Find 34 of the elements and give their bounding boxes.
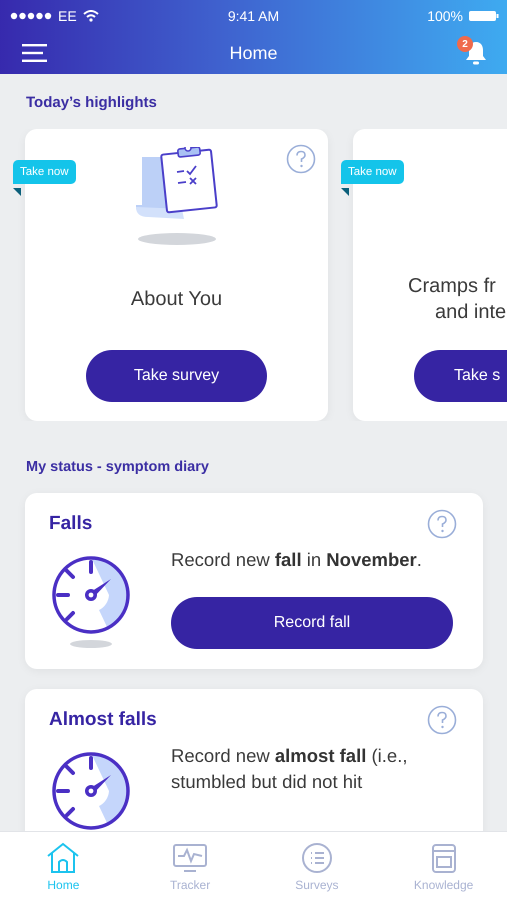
card-title: Almost falls bbox=[49, 709, 157, 731]
carrier-name: EE bbox=[58, 8, 77, 24]
card-title: Falls bbox=[49, 513, 92, 535]
wifi-icon bbox=[82, 10, 99, 22]
take-now-tag: Take now bbox=[13, 160, 76, 184]
section-heading: Today’s highlights bbox=[26, 94, 158, 111]
monitor-pulse-icon bbox=[172, 842, 208, 874]
tab-item[interactable]: Knowledge bbox=[380, 832, 507, 900]
menu-icon bbox=[22, 43, 48, 63]
tab-item[interactable]: Home bbox=[0, 832, 127, 900]
take-survey-button[interactable]: Take s bbox=[414, 350, 507, 402]
notification-badge: 2 bbox=[457, 36, 473, 52]
tab-item[interactable]: Surveys bbox=[254, 832, 380, 900]
battery-percent: 100% bbox=[427, 8, 463, 24]
help-icon[interactable] bbox=[286, 144, 316, 174]
tab-item[interactable]: Tracker bbox=[126, 832, 254, 900]
record-fall-button[interactable]: Record fall bbox=[171, 597, 453, 649]
clock-time: 9:41 AM bbox=[228, 8, 280, 24]
help-icon[interactable] bbox=[427, 509, 457, 539]
menu-button[interactable] bbox=[22, 43, 48, 63]
signal-icon bbox=[10, 12, 52, 20]
survey-title: Cramps fr and inte bbox=[407, 274, 507, 325]
record-prompt: Record new almost fall (i.e., stumbled but did not hit bbox=[171, 744, 408, 794]
survey-title: About You bbox=[130, 287, 222, 312]
house-icon bbox=[45, 842, 82, 874]
section-heading: My status - symptom diary bbox=[26, 459, 210, 475]
battery-icon bbox=[469, 10, 499, 22]
tag-fold-icon bbox=[13, 188, 21, 196]
screen-title: Home bbox=[230, 42, 278, 64]
record-prompt: Record new fall in November. bbox=[171, 548, 423, 572]
take-survey-button[interactable]: Take survey bbox=[86, 350, 267, 402]
tag-fold-icon bbox=[341, 188, 349, 196]
take-now-tag: Take now bbox=[341, 160, 404, 184]
help-icon[interactable] bbox=[427, 705, 457, 735]
